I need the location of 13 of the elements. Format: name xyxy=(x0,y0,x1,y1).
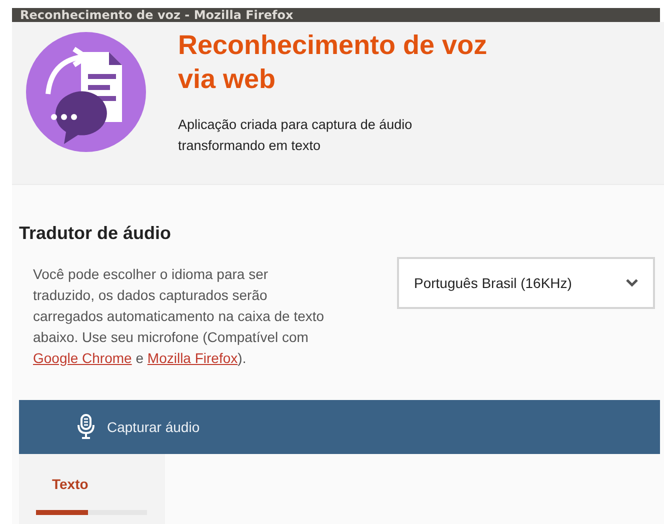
app-title: Reconhecimento de voz via web xyxy=(178,29,488,96)
microphone-icon xyxy=(77,414,95,440)
text-tab[interactable]: Texto xyxy=(52,474,88,495)
section-title: Tradutor de áudio xyxy=(19,222,172,244)
browser-link[interactable]: Mozilla Firefox xyxy=(147,350,238,366)
capture-audio-button[interactable]: Capturar áudio xyxy=(19,400,660,454)
logo-icon xyxy=(26,32,146,152)
browser-link[interactable]: Google Chrome xyxy=(33,350,132,366)
app-subtitle: Aplicação criada para captura de áudio transformando em texto xyxy=(178,116,414,155)
window-title: Reconhecimento de voz - Mozilla Firefox xyxy=(20,9,294,21)
language-select[interactable]: Português Brasil (16KHz) xyxy=(397,257,655,309)
description-text: Você pode escolher o idioma para ser traduzido, os dados capturados serão carregados automaticamento na caixa de texto abaixo. Use seu microfone (Compatível com Google Chrome e Mozilla Firefox). xyxy=(33,265,326,368)
chevron-down-icon xyxy=(625,278,639,288)
